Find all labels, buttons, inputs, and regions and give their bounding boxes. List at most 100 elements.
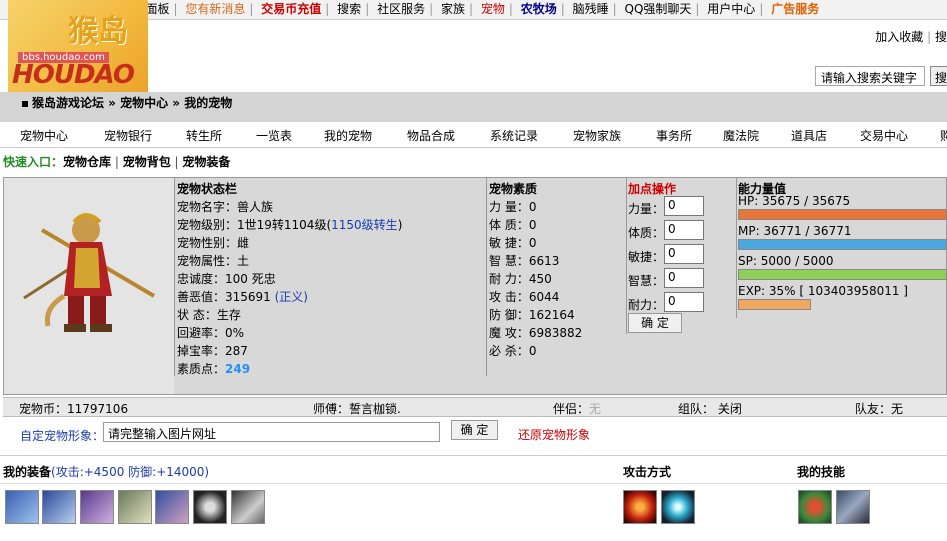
hp-bar bbox=[738, 209, 947, 220]
header-search-link[interactable]: 搜 bbox=[935, 30, 947, 44]
pet-link[interactable]: 宠物 bbox=[479, 0, 507, 19]
qq-chat-link[interactable]: QQ强制聊天 bbox=[623, 0, 694, 19]
pet-loyalty: 忠诚度：100 死忠 bbox=[177, 272, 276, 286]
skull-ring-icon[interactable] bbox=[193, 490, 227, 524]
nav-item-pet-family[interactable]: 宠物家族 bbox=[573, 127, 621, 144]
sp-text: SP: 5000 / 5000 bbox=[738, 254, 834, 268]
nav-item-pet-bank[interactable]: 宠物银行 bbox=[104, 127, 152, 144]
equipment-stats: (攻击:+4500 防御:+14000) bbox=[51, 465, 210, 479]
quality-critical: 必 杀：0 bbox=[489, 344, 537, 358]
quick-entry: 快速入口：宠物仓库 | 宠物背包 | 宠物装备 bbox=[3, 155, 231, 169]
nav-item-magic-academy[interactable]: 魔法院 bbox=[723, 127, 759, 144]
rebirth-link[interactable]: 1150级转生 bbox=[331, 218, 398, 232]
pet-info-strip: 宠物币：11797106 师傅：誓言枷锁. 伴侣：无 组队： 关闭 队友：无 bbox=[3, 397, 947, 417]
add-strength-label: 力量： bbox=[628, 202, 665, 216]
family-link[interactable]: 家族 bbox=[439, 0, 467, 19]
pet-points: 素质点：249 bbox=[177, 362, 251, 376]
divider bbox=[0, 483, 947, 484]
energy-orb-icon[interactable] bbox=[661, 490, 695, 524]
quality-agility: 敏 捷：0 bbox=[489, 236, 537, 250]
nav-item-records[interactable]: 系统记录 bbox=[490, 127, 538, 144]
karma-tag: (正义) bbox=[274, 290, 308, 304]
nav-item-my-pet[interactable]: 我的宠物 bbox=[324, 127, 372, 144]
pet-level: 宠物级别：1世19转1104级(1150级转生) bbox=[177, 218, 403, 232]
nav-item-item-shop[interactable]: 道具店 bbox=[791, 127, 827, 144]
pet-nav-bar: 宠物中心 宠物银行 转生所 一览表 我的宠物 物品合成 系统记录 宠物家族 事务… bbox=[0, 122, 947, 147]
add-agility-input[interactable]: 0 bbox=[664, 244, 704, 264]
nav-item-office[interactable]: 事务所 bbox=[656, 127, 692, 144]
quality-attack: 攻 击：6044 bbox=[489, 290, 560, 304]
site-logo[interactable]: 猴岛 bbs.houdao.com HOUDAO bbox=[8, 0, 148, 92]
boot-icon[interactable] bbox=[80, 490, 114, 524]
quality-stamina: 耐 力：450 bbox=[489, 272, 552, 286]
skills-title: 我的技能 bbox=[797, 465, 846, 479]
pet-attribute: 宠物属性：土 bbox=[177, 254, 250, 268]
monkey-king-image bbox=[23, 213, 156, 332]
nav-item-synthesis[interactable]: 物品合成 bbox=[407, 127, 455, 144]
armored-knight-icon[interactable] bbox=[836, 490, 870, 524]
nav-item-pet-center[interactable]: 宠物中心 bbox=[20, 127, 68, 144]
custom-image-confirm-button[interactable]: 确 定 bbox=[451, 420, 498, 440]
nav-item-rebirth[interactable]: 转生所 bbox=[186, 127, 222, 144]
new-message-link[interactable]: 您有新消息 bbox=[183, 0, 247, 19]
shoe-icon[interactable] bbox=[155, 490, 189, 524]
add-stamina-label: 耐力： bbox=[628, 298, 665, 312]
ring-icon[interactable] bbox=[5, 490, 39, 524]
glasses-icon[interactable] bbox=[42, 490, 76, 524]
mp-bar bbox=[738, 239, 947, 250]
nav-item-overview[interactable]: 一览表 bbox=[256, 127, 292, 144]
quality-wisdom: 智 慧：6613 bbox=[489, 254, 560, 268]
claw-icon[interactable] bbox=[231, 490, 265, 524]
add-wisdom-label: 智慧： bbox=[628, 274, 665, 288]
quick-link-backpack[interactable]: 宠物背包 bbox=[123, 155, 171, 169]
pet-gender: 宠物性别：雌 bbox=[177, 236, 250, 250]
logo-english: HOUDAO bbox=[12, 60, 135, 90]
beast-roar-icon[interactable] bbox=[798, 490, 832, 524]
pet-state: 状 态：生存 bbox=[177, 308, 241, 322]
status-title: 宠物状态栏 bbox=[177, 182, 238, 196]
farm-link[interactable]: 农牧场 bbox=[519, 0, 559, 19]
tent-helmet-icon[interactable] bbox=[118, 490, 152, 524]
user-center-link[interactable]: 用户中心 bbox=[705, 0, 757, 19]
add-wisdom-input[interactable]: 0 bbox=[664, 268, 704, 288]
search-link[interactable]: 搜索 bbox=[335, 0, 363, 19]
nav-item-trade-center[interactable]: 交易中心 bbox=[860, 127, 908, 144]
ad-service-link[interactable]: 广告服务 bbox=[769, 0, 821, 19]
quality-title: 宠物素质 bbox=[489, 182, 538, 196]
community-link[interactable]: 社区服务 bbox=[375, 0, 427, 19]
sp-bar bbox=[738, 269, 947, 280]
quick-link-warehouse[interactable]: 宠物仓库 bbox=[63, 155, 111, 169]
add-points-title: 加点操作 bbox=[628, 182, 677, 196]
restore-image-link[interactable]: 还原宠物形象 bbox=[518, 426, 590, 443]
search-input[interactable]: 请输入搜索关键字 bbox=[815, 66, 925, 86]
custom-image-url-input[interactable]: 请完整输入图片网址 bbox=[103, 422, 440, 442]
add-constitution-label: 体质： bbox=[628, 226, 665, 240]
add-strength-input[interactable]: 0 bbox=[664, 196, 704, 216]
pet-drop-rate: 掉宝率：287 bbox=[177, 344, 248, 358]
equipment-title: 我的装备(攻击:+4500 防御:+14000) bbox=[3, 465, 210, 479]
quality-constitution: 体 质：0 bbox=[489, 218, 537, 232]
quality-defense: 防 御：162164 bbox=[489, 308, 575, 322]
pet-teammate: 队友：无 bbox=[855, 402, 904, 416]
mp-text: MP: 36771 / 36771 bbox=[738, 224, 852, 238]
bullet-icon bbox=[22, 100, 28, 107]
nav-item-buy[interactable]: 购 bbox=[940, 127, 947, 144]
fire-slash-icon[interactable] bbox=[623, 490, 657, 524]
attack-mode-title: 攻击方式 bbox=[623, 465, 672, 479]
breadcrumb-text[interactable]: 猴岛游戏论坛 » 宠物中心 » 我的宠物 bbox=[32, 96, 232, 110]
pet-name: 宠物名字：兽人族 bbox=[177, 200, 274, 214]
recharge-link[interactable]: 交易币充值 bbox=[259, 0, 323, 19]
add-constitution-input[interactable]: 0 bbox=[664, 220, 704, 240]
topbar-link-11[interactable]: 脑残睡 bbox=[571, 0, 611, 19]
pet-partner: 伴侣：无 bbox=[553, 402, 602, 416]
quality-strength: 力 量：0 bbox=[489, 200, 537, 214]
add-points-confirm-button[interactable]: 确 定 bbox=[628, 313, 682, 333]
add-agility-label: 敏捷： bbox=[628, 250, 665, 264]
quick-link-equipment[interactable]: 宠物装备 bbox=[182, 155, 230, 169]
search-button[interactable]: 搜 bbox=[930, 66, 947, 86]
add-stamina-input[interactable]: 0 bbox=[664, 292, 704, 312]
divider bbox=[0, 147, 947, 148]
custom-image-label: 自定宠物形象： bbox=[20, 429, 105, 443]
add-favorite-link[interactable]: 加入收藏 bbox=[875, 30, 923, 44]
pet-master: 师傅：誓言枷锁. bbox=[313, 402, 401, 416]
